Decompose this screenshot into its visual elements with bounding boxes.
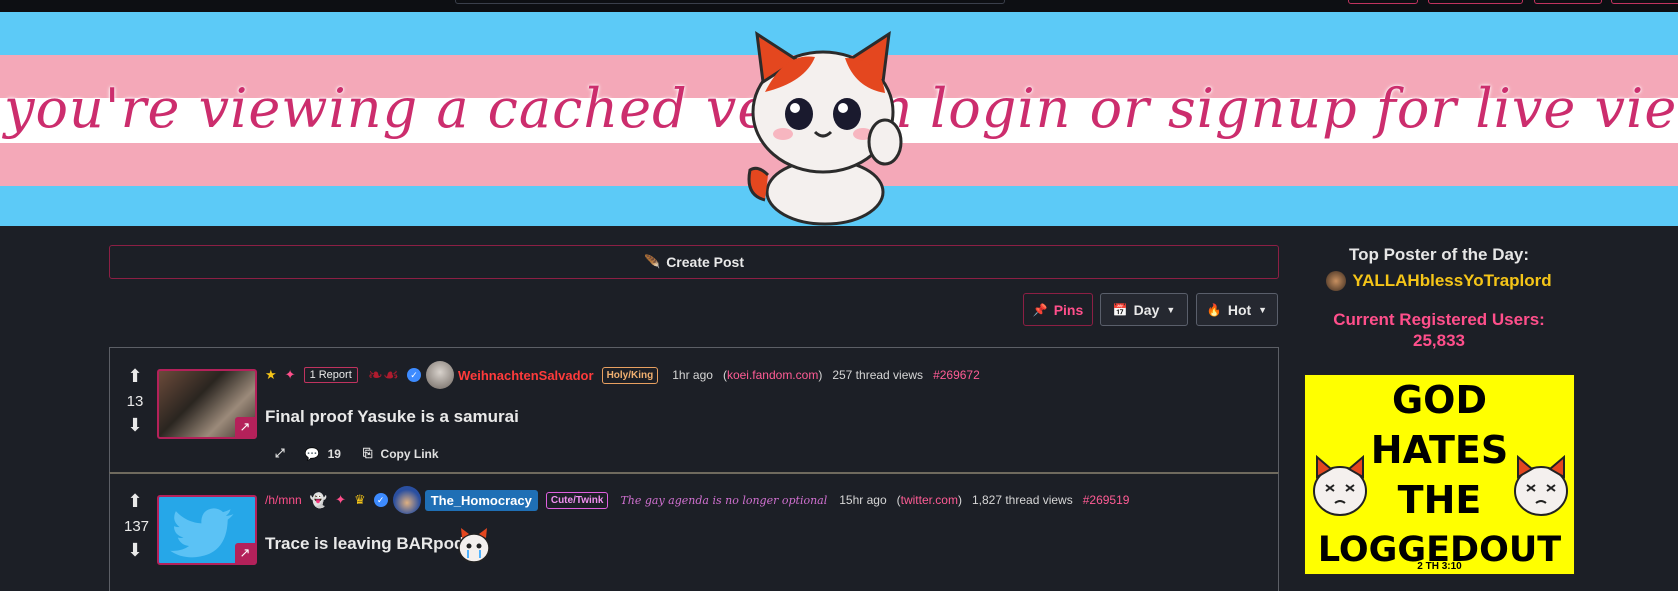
fire-icon: 🔥 (1206, 302, 1222, 317)
comment-icon[interactable]: 💬 (305, 447, 320, 461)
banner-right-text: login or signup for live viewing (930, 77, 1678, 140)
pins-label: Pins (1053, 301, 1084, 318)
post-id-link[interactable]: #269519 (1083, 493, 1130, 507)
vote-widget: ⬆ 13 ⬇ (124, 367, 146, 434)
avatar[interactable] (392, 486, 421, 514)
post-actions: ⤢ 💬 19 ⎘ Copy Link (275, 446, 447, 461)
domain-link[interactable]: (koei.fandom.com) (723, 368, 822, 382)
time-filter-dropdown[interactable]: 📅 Day ▼ (1100, 293, 1188, 326)
verified-icon: ✓ (406, 368, 421, 382)
top-poster-user[interactable]: YALLAHblessYoTraplord (1303, 271, 1575, 291)
thread-views: 1,827 thread views (971, 493, 1073, 507)
angry-cat-icon (1514, 454, 1568, 516)
navbar-button[interactable] (1534, 0, 1602, 4)
ad-line: GOD (1391, 378, 1488, 422)
caret-down-icon: ▼ (1258, 304, 1268, 315)
post-title[interactable]: Final proof Yasuke is a samurai (265, 407, 519, 427)
downvote-arrow-icon[interactable]: ⬇ (124, 541, 146, 559)
post-time: 1hr ago (672, 368, 713, 382)
external-link-icon[interactable]: ↗ (235, 417, 255, 437)
domain-text[interactable]: twitter.com (901, 493, 958, 507)
report-badge[interactable]: 1 Report (303, 367, 358, 383)
navbar-button[interactable] (1348, 0, 1418, 4)
navbar-button[interactable] (1428, 0, 1523, 4)
domain-text[interactable]: koei.fandom.com (727, 368, 818, 382)
wings-icon: ❧☙ (367, 364, 399, 385)
verified-icon: ✓ (373, 493, 388, 507)
crying-cat-emoji-icon (458, 528, 490, 563)
ghost-icon: 👻 (309, 491, 328, 508)
expand-icon[interactable]: ⤢ (275, 446, 285, 461)
copy-link-button[interactable]: Copy Link (381, 447, 439, 461)
sidebar-ad-image[interactable]: GOD HATES THE LOGGEDOUT 2 TH 3:10 (1304, 374, 1575, 575)
cached-version-banner[interactable]: you're viewing a cached version login or… (0, 12, 1678, 226)
calendar-icon: 📅 (1112, 302, 1128, 317)
registered-users-label: Current Registered Users: (1333, 310, 1545, 329)
avatar[interactable] (1326, 271, 1347, 291)
navbar-button[interactable] (1611, 0, 1678, 4)
post-score: 13 (126, 393, 144, 410)
board-link[interactable]: /h/mnn (265, 493, 302, 507)
post-card: ⬆ 137 ⬇ ↗ /h/mnn 👻 ✦ ♛ ✓ The_Homocracy C… (109, 472, 1279, 591)
pins-button[interactable]: 📌 Pins (1023, 293, 1093, 326)
user-flair: Cute/Twink (545, 491, 609, 509)
copy-icon[interactable]: ⎘ (363, 446, 373, 461)
time-filter-label: Day (1133, 301, 1160, 318)
external-link-icon[interactable]: ↗ (235, 543, 255, 563)
post-time: 15hr ago (839, 493, 887, 507)
upvote-arrow-icon[interactable]: ⬆ (124, 492, 146, 510)
ad-verse: 2 TH 3:10 (1417, 561, 1462, 572)
angry-cat-icon (1313, 454, 1367, 516)
post-score: 137 (124, 518, 150, 535)
top-navbar (0, 0, 1678, 12)
user-flair: Holy/King (601, 366, 659, 384)
domain-link[interactable]: (twitter.com) (897, 493, 962, 507)
author-name[interactable]: The_Homocracy (424, 489, 538, 511)
downvote-arrow-icon[interactable]: ⬇ (124, 416, 146, 434)
feather-icon: 🪶 (644, 254, 661, 269)
top-poster-name[interactable]: YALLAHblessYoTraplord (1352, 271, 1551, 291)
post-thumbnail[interactable]: ↗ (157, 369, 257, 439)
post-card: ⬆ 13 ⬇ ↗ ★ ✦ 1 Report ❧☙ ✓ WeihnachtenSa… (109, 347, 1279, 473)
thread-views: 257 thread views (832, 368, 924, 382)
registered-users-count: 25,833 (1413, 331, 1465, 350)
caret-down-icon: ▼ (1166, 304, 1176, 315)
sort-label: Hot (1227, 301, 1252, 318)
create-post-button[interactable]: 🪶 Create Post (109, 245, 1279, 279)
post-id-link[interactable]: #269672 (933, 368, 980, 382)
top-poster-label: Top Poster of the Day: (1348, 245, 1530, 264)
post-meta: /h/mnn 👻 ✦ ♛ ✓ The_Homocracy Cute/Twink … (265, 486, 1130, 514)
crown-icon: ♛ (354, 492, 366, 507)
comment-count[interactable]: 19 (328, 447, 341, 461)
sort-dropdown[interactable]: 🔥 Hot ▼ (1196, 293, 1278, 326)
pin-icon: ✦ (335, 492, 347, 507)
user-tagline: The gay agenda is no longer optional (620, 493, 828, 507)
cat-mascot-icon (747, 30, 903, 226)
upvote-arrow-icon[interactable]: ⬆ (124, 367, 146, 385)
avatar[interactable] (425, 361, 454, 389)
post-meta: ★ ✦ 1 Report ❧☙ ✓ WeihnachtenSalvador Ho… (265, 361, 980, 389)
pin-icon: 📌 (1032, 302, 1048, 317)
star-icon: ★ (265, 367, 277, 382)
post-title[interactable]: Trace is leaving BARpod (265, 534, 464, 554)
post-thumbnail[interactable]: ↗ (157, 495, 257, 565)
pin-icon: ✦ (284, 367, 296, 382)
search-input[interactable] (455, 0, 1005, 4)
vote-widget: ⬆ 137 ⬇ (124, 492, 150, 559)
create-post-label: Create Post (666, 254, 744, 270)
author-name[interactable]: WeihnachtenSalvador (458, 368, 594, 383)
